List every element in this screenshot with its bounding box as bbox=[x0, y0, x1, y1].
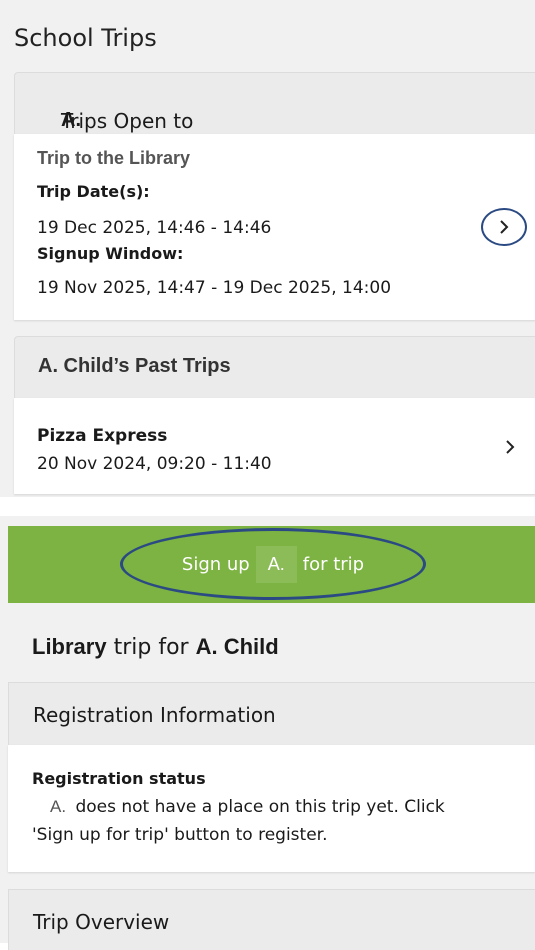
trip-overview-title: Trip Overview bbox=[33, 910, 170, 934]
trip-list-screen: School Trips Trips Open to A. Child Trip… bbox=[0, 0, 535, 497]
registration-status-text-1: does not have a place on this trip yet. … bbox=[75, 797, 445, 817]
sign-up-initial: A. bbox=[255, 545, 297, 583]
trip-heading-middle: trip for bbox=[113, 635, 189, 660]
sign-up-suffix: for trip bbox=[302, 553, 365, 575]
open-trips-header: Trips Open to A. Child bbox=[14, 72, 535, 154]
signup-window-value: 19 Nov 2025, 14:47 - 19 Dec 2025, 14:00 bbox=[37, 278, 392, 298]
chevron-right-glyph bbox=[500, 220, 509, 234]
trip-heading-place: Library bbox=[32, 634, 107, 659]
trip-dates-label: Trip Date(s): bbox=[37, 182, 150, 201]
past-trips-title: A. Child’s Past Trips bbox=[38, 355, 231, 377]
registration-status-label: Registration status bbox=[32, 769, 206, 788]
open-trip-card[interactable]: Trip to the Library Trip Date(s): 19 Dec… bbox=[14, 134, 535, 320]
past-trip-dates: 20 Nov 2024, 09:20 - 11:40 bbox=[37, 454, 272, 474]
registration-status-line-2: 'Sign up for trip' button to register. bbox=[32, 825, 328, 845]
page-title: School Trips bbox=[14, 24, 157, 52]
registration-status-line-1: A. does not have a place on this trip ye… bbox=[32, 797, 445, 817]
registration-info-header: Registration Information bbox=[8, 682, 535, 746]
sign-up-prefix: Sign up bbox=[181, 553, 250, 575]
chevron-right-glyph bbox=[506, 440, 515, 454]
screenshot-divider bbox=[0, 497, 535, 516]
registration-info-card: Registration status A. does not have a p… bbox=[8, 745, 535, 872]
past-trips-header: A. Child’s Past Trips bbox=[14, 336, 535, 399]
trip-heading-child: A. Child bbox=[195, 634, 279, 659]
trip-heading: Library trip for A. Child bbox=[32, 634, 279, 660]
chevron-right-icon[interactable] bbox=[481, 208, 527, 246]
registration-status-initial: A. bbox=[50, 797, 67, 816]
sign-up-annotation: Sign up A. for trip bbox=[120, 528, 426, 600]
trip-dates-value: 19 Dec 2025, 14:46 - 14:46 bbox=[37, 218, 272, 238]
past-trip-name: Pizza Express bbox=[37, 426, 168, 446]
signup-window-label: Signup Window: bbox=[37, 244, 184, 263]
chevron-right-icon[interactable] bbox=[504, 436, 516, 460]
past-trip-row[interactable]: Pizza Express 20 Nov 2024, 09:20 - 11:40 bbox=[14, 398, 535, 494]
open-trip-name: Trip to the Library bbox=[37, 148, 191, 168]
trip-overview-header[interactable]: Trip Overview bbox=[8, 889, 535, 950]
sign-up-button[interactable]: Sign up A. for trip bbox=[8, 526, 535, 603]
registration-info-title: Registration Information bbox=[33, 703, 276, 727]
